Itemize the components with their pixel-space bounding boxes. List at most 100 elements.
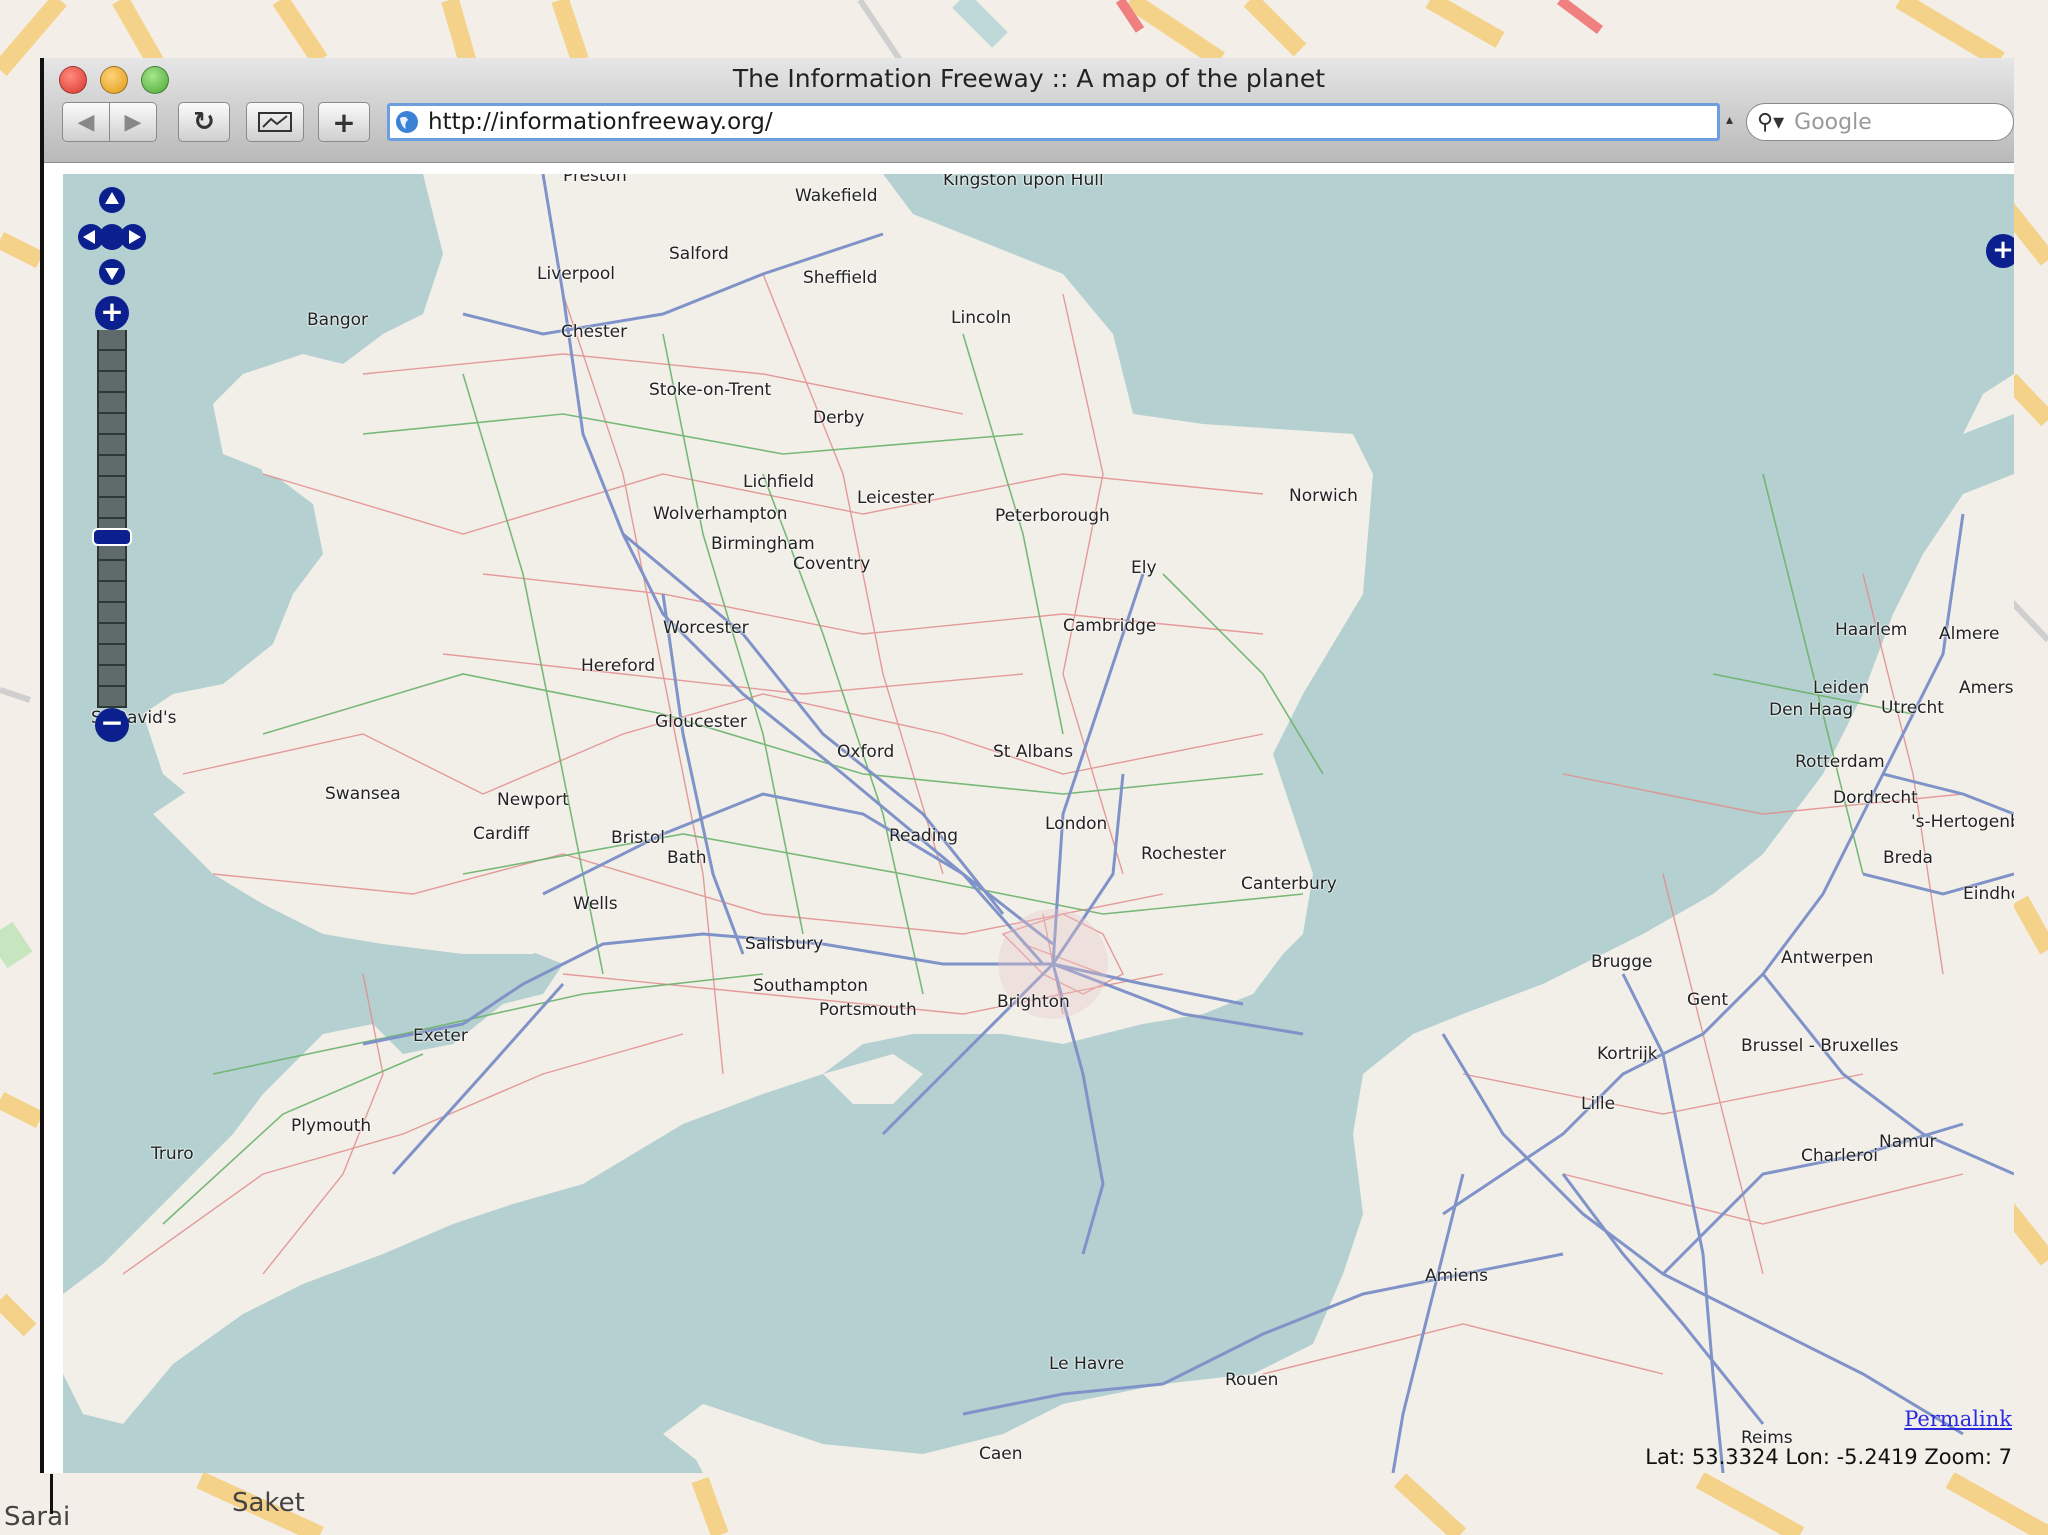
city-label: Dordrecht — [1833, 788, 1918, 808]
forward-button[interactable]: ▶ — [109, 102, 157, 142]
city-label: Haarlem — [1835, 620, 1908, 640]
city-label: Antwerpen — [1781, 948, 1874, 968]
city-label: Hereford — [581, 656, 656, 676]
minus-icon: − — [100, 706, 124, 739]
city-label: Cardiff — [473, 824, 530, 844]
address-bar[interactable]: http://informationfreeway.org/ — [387, 103, 1720, 141]
globe-icon — [396, 111, 418, 133]
browser-window: The Information Freeway :: A map of the … — [40, 58, 2014, 1473]
pan-control — [78, 187, 146, 285]
zoom-slider-handle[interactable] — [92, 528, 132, 546]
city-label: Brussel - Bruxelles — [1741, 1036, 1899, 1056]
city-label: Salisbury — [745, 934, 824, 954]
coordinates-readout: Lat: 53.3324 Lon: -5.2419 Zoom: 7 — [1645, 1445, 2012, 1469]
background-label-saket: Saket — [232, 1488, 305, 1518]
city-label: Lille — [1581, 1094, 1616, 1114]
add-bookmark-button[interactable]: + — [318, 102, 370, 142]
city-label: Swansea — [325, 784, 401, 804]
city-label: Sheffield — [803, 268, 878, 288]
snapback-button[interactable] — [246, 102, 304, 142]
zoom-slider-track[interactable] — [97, 330, 127, 708]
map-viewport[interactable]: Preston Kingston upon Hull Wakefield Sal… — [63, 174, 2014, 1473]
window-title: The Information Freeway :: A map of the … — [732, 64, 1326, 93]
search-field[interactable]: ⚲▾ Google — [1746, 103, 2014, 141]
city-label: Salford — [669, 244, 729, 264]
back-arrow-icon: ◀ — [77, 109, 95, 135]
city-label: Charleroi — [1801, 1146, 1878, 1166]
map-tiles — [63, 174, 2014, 1473]
plus-icon: + — [100, 295, 124, 328]
background-label-sarai: Sarai — [4, 1502, 71, 1532]
zoom-out-button[interactable]: − — [95, 708, 129, 742]
city-label: Namur — [1879, 1132, 1937, 1152]
city-label: Kingston upon Hull — [943, 174, 1104, 190]
zoom-bar: + − — [92, 296, 132, 744]
city-label: Birmingham — [711, 534, 815, 554]
city-label: Breda — [1883, 848, 1933, 868]
city-label: Almere — [1939, 624, 2000, 644]
plus-icon: + — [332, 105, 356, 139]
forward-arrow-icon: ▶ — [124, 109, 142, 135]
city-label: Derby — [813, 408, 865, 428]
city-label: Peterborough — [995, 506, 1110, 526]
city-label: Amersfoort — [1959, 678, 2014, 698]
city-label: Brugge — [1591, 952, 1653, 972]
city-label: Truro — [151, 1144, 194, 1164]
city-label: Worcester — [663, 618, 749, 638]
city-label: Kortrijk — [1597, 1044, 1658, 1064]
city-label: Leiden — [1813, 678, 1870, 698]
city-label: Reading — [889, 826, 959, 846]
city-label: Den Haag — [1769, 700, 1854, 720]
city-label: Exeter — [413, 1026, 468, 1046]
plus-icon: + — [1992, 235, 2014, 265]
address-bar-dropdown[interactable]: ▴ — [1726, 112, 1733, 128]
back-button[interactable]: ◀ — [62, 102, 110, 142]
city-label: Lichfield — [743, 472, 814, 492]
browser-toolbar: The Information Freeway :: A map of the … — [44, 58, 2014, 163]
city-label: Bristol — [611, 828, 666, 848]
pan-up-icon[interactable] — [99, 187, 125, 213]
city-label: Wakefield — [795, 186, 878, 206]
reload-button[interactable]: ↻ — [178, 102, 230, 142]
city-label: Lincoln — [951, 308, 1012, 328]
text-cursor — [50, 1474, 53, 1514]
city-label: Brighton — [997, 992, 1070, 1012]
city-label: Oxford — [837, 742, 895, 762]
zoom-in-button[interactable]: + — [95, 296, 129, 330]
search-icon: ⚲▾ — [1757, 109, 1785, 135]
reload-icon: ↻ — [193, 107, 215, 137]
city-label: Utrecht — [1881, 698, 1944, 718]
city-label: Rotterdam — [1795, 752, 1885, 772]
city-label: Wolverhampton — [653, 504, 788, 524]
city-label: Portsmouth — [819, 1000, 917, 1020]
city-label: Coventry — [793, 554, 871, 574]
city-label: Bath — [667, 848, 707, 868]
city-label: Rouen — [1225, 1370, 1279, 1390]
city-label: Leicester — [857, 488, 935, 508]
city-label: Ely — [1131, 558, 1157, 578]
city-label: Chester — [561, 322, 628, 342]
pan-down-icon[interactable] — [99, 259, 125, 285]
city-label: Le Havre — [1049, 1354, 1125, 1374]
city-label: Preston — [563, 174, 627, 186]
city-label: Rochester — [1141, 844, 1226, 864]
city-label: Wells — [573, 894, 618, 914]
permalink-link[interactable]: Permalink — [1904, 1407, 2012, 1431]
layer-switcher-button[interactable]: + — [1986, 234, 2014, 268]
city-label: Gent — [1687, 990, 1729, 1010]
city-label: Cambridge — [1063, 616, 1157, 636]
city-label: Southampton — [753, 976, 869, 996]
city-label: Gloucester — [655, 712, 747, 732]
city-label: Canterbury — [1241, 874, 1337, 894]
city-label: Plymouth — [291, 1116, 372, 1136]
city-label: Norwich — [1289, 486, 1358, 506]
city-label: Eindhoven — [1963, 884, 2014, 904]
city-label: 's-Hertogenbosch — [1911, 812, 2014, 832]
city-label: London — [1045, 814, 1108, 834]
city-label: Bangor — [307, 310, 369, 330]
city-label: Stoke-on-Trent — [649, 380, 772, 400]
city-label: St Albans — [993, 742, 1074, 762]
city-label: Caen — [979, 1444, 1023, 1464]
snapback-icon — [258, 112, 292, 132]
city-label: Newport — [497, 790, 569, 810]
